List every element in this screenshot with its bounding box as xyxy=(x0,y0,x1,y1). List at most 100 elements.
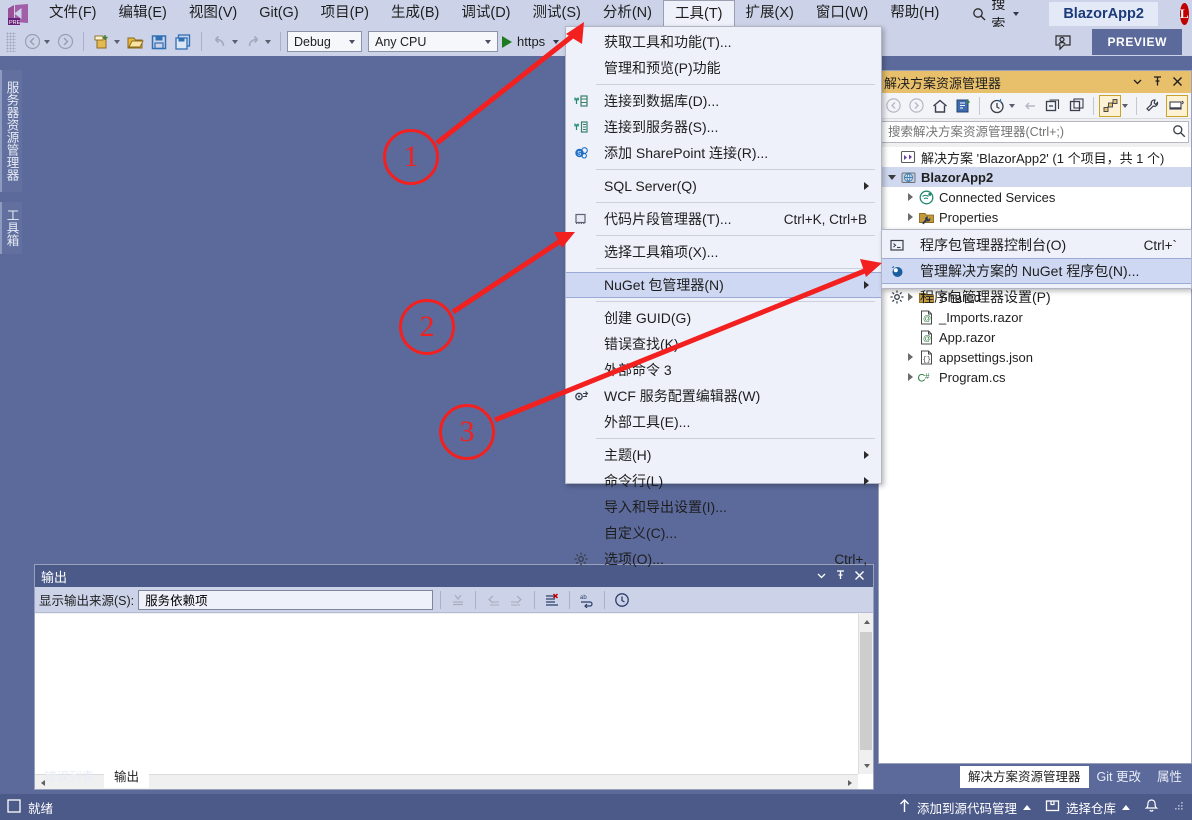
show-all-files-icon[interactable] xyxy=(1098,94,1122,117)
live-share-icon[interactable] xyxy=(1048,31,1078,53)
twisty-closed-icon[interactable] xyxy=(903,207,917,227)
open-file-icon[interactable] xyxy=(124,31,146,53)
tree-node-connected-services[interactable]: Connected Services xyxy=(879,187,1191,207)
auto-hide-pin-icon[interactable] xyxy=(1152,75,1163,90)
menu-item-manage-preview-features[interactable]: 管理和预览(P)功能 xyxy=(566,55,881,81)
menu-analyze[interactable]: 分析(N) xyxy=(592,0,663,27)
tree-node-imports-razor[interactable]: @ _Imports.razor xyxy=(879,307,1191,327)
search-input[interactable] xyxy=(886,124,1172,140)
menu-item-wcf-service-configuration-editor[interactable]: WCF 服务配置编辑器(W) xyxy=(566,383,881,409)
show-timestamp-icon[interactable] xyxy=(612,590,632,610)
menu-item-choose-toolbox-items[interactable]: 选择工具箱项(X)... xyxy=(566,239,881,265)
scrollbar-thumb[interactable] xyxy=(860,632,872,750)
redo-icon[interactable] xyxy=(242,31,264,53)
toggle-word-wrap-icon[interactable]: ab xyxy=(577,590,597,610)
menu-test[interactable]: 测试(S) xyxy=(522,0,592,27)
twisty-open-icon[interactable] xyxy=(885,167,899,187)
clear-output-icon[interactable] xyxy=(542,590,562,610)
toolbar-grip[interactable] xyxy=(6,31,16,52)
menu-item-create-guid[interactable]: 创建 GUID(G) xyxy=(566,305,881,331)
solution-platform-select[interactable]: Any CPU xyxy=(368,31,498,52)
menu-item-external-command-3[interactable]: 外部命令 3 xyxy=(566,357,881,383)
home-icon[interactable] xyxy=(929,95,951,117)
output-horizontal-scrollbar[interactable] xyxy=(35,774,858,789)
scroll-down-icon[interactable] xyxy=(859,758,874,774)
menu-git[interactable]: Git(G) xyxy=(248,0,309,27)
tree-node-app-razor[interactable]: @ App.razor xyxy=(879,327,1191,347)
forward-icon[interactable] xyxy=(905,95,927,117)
twisty-closed-icon[interactable] xyxy=(903,187,917,207)
tree-node-solution[interactable]: 解决方案 'BlazorApp2' (1 个项目，共 1 个) xyxy=(879,147,1191,167)
go-to-next-icon[interactable] xyxy=(507,590,527,610)
menu-item-error-lookup[interactable]: 错误查找(K) xyxy=(566,331,881,357)
menu-item-external-tools[interactable]: 外部工具(E)... xyxy=(566,409,881,435)
tab-properties[interactable]: 属性 xyxy=(1149,766,1190,788)
menu-file[interactable]: 文件(F) xyxy=(38,0,108,27)
save-all-icon[interactable] xyxy=(172,31,194,53)
menu-build[interactable]: 生成(B) xyxy=(380,0,450,27)
new-window-icon[interactable] xyxy=(1065,95,1087,117)
menu-item-get-tools-and-features[interactable]: 获取工具和功能(T)... xyxy=(566,29,881,55)
menu-window[interactable]: 窗口(W) xyxy=(805,0,879,27)
back-icon[interactable] xyxy=(882,95,904,117)
output-vertical-scrollbar[interactable] xyxy=(858,614,873,774)
navigate-backward-icon[interactable] xyxy=(21,31,43,53)
menu-item-sql-server[interactable]: SQL Server(Q) xyxy=(566,173,881,199)
menu-project[interactable]: 项目(P) xyxy=(310,0,380,27)
tree-node-project-blazorapp2[interactable]: BlazorApp2 xyxy=(879,167,1191,187)
tree-node-properties[interactable]: Properties xyxy=(879,207,1191,227)
solution-name-badge[interactable]: BlazorApp2 xyxy=(1049,1,1158,26)
preview-badge[interactable]: PREVIEW xyxy=(1092,28,1182,55)
menu-item-add-sharepoint-connection[interactable]: S 添加 SharePoint 连接(R)... xyxy=(566,140,881,166)
menu-item-theme[interactable]: 主题(H) xyxy=(566,442,881,468)
output-text-area[interactable] xyxy=(35,614,873,789)
twisty-closed-icon[interactable] xyxy=(903,347,917,367)
close-icon[interactable] xyxy=(1172,75,1183,90)
resize-grip[interactable] xyxy=(1173,800,1184,814)
save-icon[interactable] xyxy=(148,31,170,53)
properties-icon[interactable] xyxy=(1142,95,1164,117)
tree-node-appsettings-json[interactable]: {} appsettings.json xyxy=(879,347,1191,367)
bell-icon[interactable] xyxy=(1144,798,1159,817)
output-source-select[interactable]: 服务依赖项 xyxy=(138,589,434,610)
menu-item-import-export-settings[interactable]: 导入和导出设置(I)... xyxy=(566,494,881,520)
new-project-icon[interactable] xyxy=(91,31,113,53)
tab-output[interactable]: 输出 xyxy=(104,766,150,788)
search-icon[interactable] xyxy=(1172,124,1186,141)
start-debugging-button[interactable]: https xyxy=(498,34,563,49)
navigate-forward-icon[interactable] xyxy=(54,31,76,53)
minimize-button[interactable]: — xyxy=(1189,0,1192,27)
twisty-closed-icon[interactable] xyxy=(903,367,917,387)
window-position-chevron-icon[interactable] xyxy=(1132,75,1143,90)
menu-item-customize[interactable]: 自定义(C)... xyxy=(566,520,881,546)
sidebar-item-server-explorer[interactable]: 服务器资源管理器 xyxy=(0,70,22,192)
new-project-dropdown-icon[interactable] xyxy=(114,39,120,44)
tree-node-program-cs[interactable]: C # Program.cs xyxy=(879,367,1191,387)
show-all-files-dropdown-icon[interactable] xyxy=(1122,103,1129,108)
collapse-all-icon[interactable] xyxy=(1042,95,1064,117)
menu-item-command-line[interactable]: 命令行(L) xyxy=(566,468,881,494)
undo-icon[interactable] xyxy=(209,31,231,53)
menu-item-manage-nuget-packages-for-solution[interactable]: 管理解决方案的 NuGet 程序包(N)... xyxy=(882,258,1191,284)
navigate-backward-dropdown-icon[interactable] xyxy=(44,39,50,44)
menu-edit[interactable]: 编辑(E) xyxy=(108,0,178,27)
recent-dropdown-icon[interactable] xyxy=(1008,103,1015,108)
menu-view[interactable]: 视图(V) xyxy=(178,0,248,27)
clear-all-icon[interactable] xyxy=(448,590,468,610)
redo-dropdown-icon[interactable] xyxy=(265,39,271,44)
tab-error-list[interactable]: 错误列表 xyxy=(34,766,104,788)
solution-configuration-select[interactable]: Debug xyxy=(287,31,362,52)
menu-debug[interactable]: 调试(D) xyxy=(450,0,521,27)
menu-extensions[interactable]: 扩展(X) xyxy=(735,0,805,27)
menu-item-connect-to-server[interactable]: 连接到服务器(S)... xyxy=(566,114,881,140)
menu-item-package-manager-console[interactable]: 程序包管理器控制台(O) Ctrl+` xyxy=(882,232,1191,258)
menu-tools[interactable]: 工具(T) xyxy=(662,0,735,27)
recent-icon[interactable] xyxy=(985,95,1007,117)
menu-help[interactable]: 帮助(H) xyxy=(879,0,950,27)
undo-dropdown-icon[interactable] xyxy=(232,39,238,44)
scroll-right-icon[interactable] xyxy=(842,775,858,790)
preview-selected-items-icon[interactable] xyxy=(1165,94,1188,117)
menu-item-package-manager-settings[interactable]: 程序包管理器设置(P) xyxy=(882,284,1191,310)
sync-icon[interactable] xyxy=(1019,95,1041,117)
go-to-previous-icon[interactable] xyxy=(483,590,503,610)
